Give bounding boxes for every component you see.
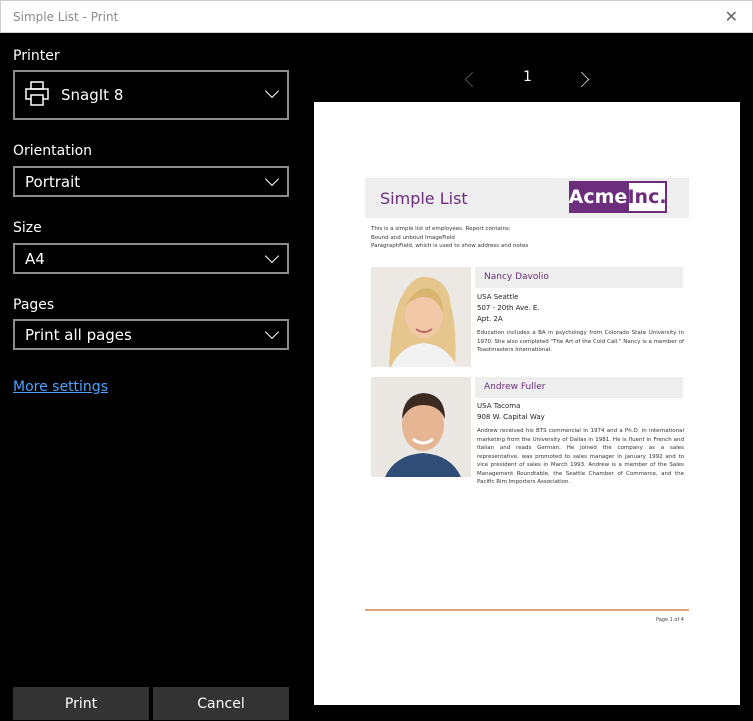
employee-name: Nancy Davolio (484, 272, 549, 282)
report-title: Simple List (380, 189, 468, 208)
pages-select[interactable]: Print all pages (13, 319, 289, 350)
employee-notes: Andrew received his BTS commercial in 19… (477, 428, 684, 485)
orientation-label: Orientation (13, 143, 93, 159)
logo-part-1: Acme (569, 181, 627, 213)
chevron-right-icon[interactable] (573, 71, 590, 88)
address-line: Apt. 2A (477, 315, 503, 323)
employee-photo-image (371, 267, 471, 367)
page-footer: Page 1 of 4 (655, 617, 684, 623)
cancel-button[interactable]: Cancel (153, 687, 289, 720)
orientation-select[interactable]: Portrait (13, 166, 289, 197)
employee-address: USA Seattle 507 - 20th Ave. E. Apt. 2A (477, 292, 540, 325)
chevron-left-icon[interactable] (464, 71, 481, 88)
size-select[interactable]: A4 (13, 243, 289, 274)
chevron-down-icon (264, 324, 280, 340)
intro-line: Bound and unboud ImageField (371, 234, 455, 241)
printer-select[interactable]: SnagIt 8 (13, 70, 289, 120)
employee-name-bar: Nancy Davolio (475, 267, 683, 288)
logo-part-2: Inc. (627, 181, 667, 213)
pages-value: Print all pages (25, 326, 132, 344)
footer-rule (365, 609, 689, 611)
acme-logo: Acme Inc. (569, 181, 667, 213)
more-settings-link[interactable]: More settings (13, 379, 108, 395)
employee-photo-image (371, 377, 471, 477)
report-intro: This is a simple list of employees. Repo… (371, 225, 671, 251)
address-line: 507 - 20th Ave. E. (477, 304, 540, 312)
address-line: USA Tacoma (477, 402, 521, 410)
employee-name-bar: Andrew Fuller (475, 377, 683, 398)
print-button[interactable]: Print (13, 687, 149, 720)
close-icon[interactable]: ✕ (725, 8, 738, 26)
employee-name: Andrew Fuller (484, 382, 546, 392)
report-header: Simple List Acme Inc. (365, 178, 689, 218)
intro-line: This is a simple list of employees. Repo… (371, 226, 511, 232)
window-title: Simple List - Print (13, 10, 119, 24)
chevron-down-icon (264, 171, 280, 187)
print-preview-page: Simple List Acme Inc. This is a simple l… (314, 102, 740, 705)
pages-label: Pages (13, 297, 55, 313)
address-line: USA Seattle (477, 293, 519, 301)
orientation-value: Portrait (25, 173, 81, 191)
chevron-down-icon (264, 83, 280, 99)
intro-line: ParagraphField, which is used to show ad… (371, 243, 529, 249)
employee-address: USA Tacoma 908 W. Capital Way (477, 401, 545, 423)
settings-panel: Printer SnagIt 8 Orientation Portrait Si… (0, 33, 302, 721)
printer-value: SnagIt 8 (61, 86, 124, 104)
employee-photo (371, 377, 471, 477)
printer-label: Printer (13, 48, 60, 64)
address-line: 908 W. Capital Way (477, 413, 545, 421)
title-bar: Simple List - Print ✕ (0, 0, 753, 33)
size-label: Size (13, 220, 42, 236)
size-value: A4 (25, 250, 45, 268)
employee-notes: Education includes a BA in psychology fr… (477, 330, 684, 353)
chevron-down-icon (264, 248, 280, 264)
employee-photo (371, 267, 471, 367)
page-number: 1 (523, 69, 532, 85)
printer-icon (25, 81, 49, 106)
